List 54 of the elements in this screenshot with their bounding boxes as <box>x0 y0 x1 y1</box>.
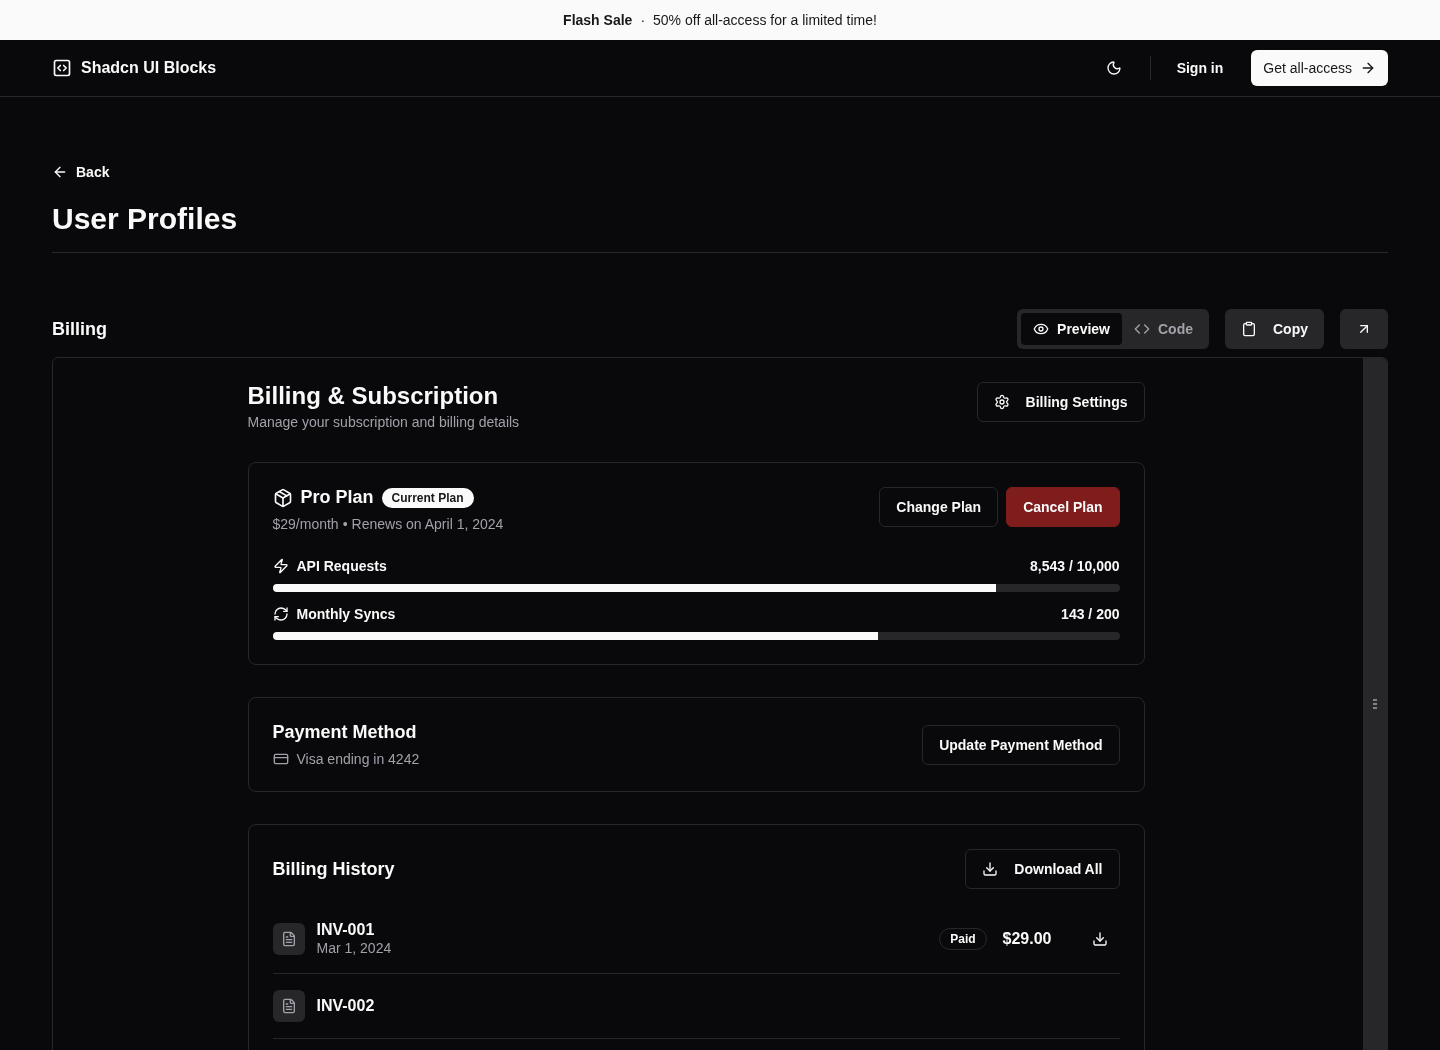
usage-reading: 8,543 / 10,000 <box>1029 558 1120 574</box>
eye-icon <box>1033 321 1050 337</box>
card-info: Visa ending in 4242 <box>296 751 420 767</box>
moon-icon <box>1105 60 1122 76</box>
page-title: User Profiles <box>52 202 1388 253</box>
refresh-icon <box>272 606 289 622</box>
banner-message: 50% off all-access for a limited time! <box>653 12 877 28</box>
download-icon <box>1091 931 1108 947</box>
billing-settings-button[interactable]: Billing Settings <box>976 382 1145 422</box>
invoice-date: Mar 1, 2024 <box>316 940 392 956</box>
block-title: Billing <box>52 318 108 340</box>
clipboard-icon <box>1241 321 1257 337</box>
document-icon <box>280 998 297 1014</box>
download-icon <box>982 861 999 877</box>
plan-price: $29/month <box>272 516 339 532</box>
resize-handle[interactable] <box>1363 358 1387 1050</box>
logo-icon <box>52 58 72 78</box>
usage-reading: 143 / 200 <box>1061 606 1120 622</box>
sign-in-link[interactable]: Sign in <box>1176 60 1224 76</box>
package-icon <box>272 487 293 508</box>
current-plan-badge: Current Plan <box>381 487 474 508</box>
renewal-date: Renews on April 1, 2024 <box>351 516 504 532</box>
bullet: • <box>342 516 348 532</box>
brand-link[interactable]: Shadcn UI Blocks <box>52 58 217 78</box>
change-plan-button[interactable]: Change Plan <box>879 487 999 527</box>
billing-subtitle: Manage your subscription and billing details <box>247 414 520 430</box>
download-all-button[interactable]: Download All <box>965 849 1120 889</box>
open-external-button[interactable] <box>1340 309 1388 349</box>
lightning-icon <box>272 558 289 574</box>
banner-title: Flash Sale <box>563 12 633 28</box>
usage-label: API Requests <box>296 558 387 574</box>
code-icon <box>1134 321 1150 337</box>
copy-button[interactable]: Copy <box>1225 309 1324 349</box>
plan-name: Pro Plan <box>300 487 374 508</box>
invoice-id: INV-001 <box>316 921 376 939</box>
cancel-plan-button[interactable]: Cancel Plan <box>1006 487 1120 527</box>
payment-title: Payment Method <box>272 722 418 743</box>
document-icon <box>280 931 297 947</box>
update-payment-button[interactable]: Update Payment Method <box>922 724 1120 765</box>
back-link[interactable]: Back <box>52 164 110 180</box>
view-tab[interactable]: Preview <box>1021 313 1122 345</box>
view-tab[interactable]: Code <box>1122 313 1205 345</box>
arrow-left-icon <box>52 164 68 180</box>
grip-icon <box>1373 699 1377 709</box>
card-icon <box>272 751 289 767</box>
invoice-amount: $29.00 <box>1002 930 1052 948</box>
separator-dot: · <box>640 12 646 28</box>
get-all-access-button[interactable]: Get all-access <box>1251 50 1388 86</box>
arrow-right-icon <box>1360 60 1376 76</box>
history-title: Billing History <box>272 858 395 880</box>
invoice-id: INV-002 <box>316 997 376 1015</box>
settings-icon <box>993 394 1010 410</box>
usage-label: Monthly Syncs <box>296 606 396 622</box>
billing-title: Billing & Subscription <box>247 382 500 410</box>
